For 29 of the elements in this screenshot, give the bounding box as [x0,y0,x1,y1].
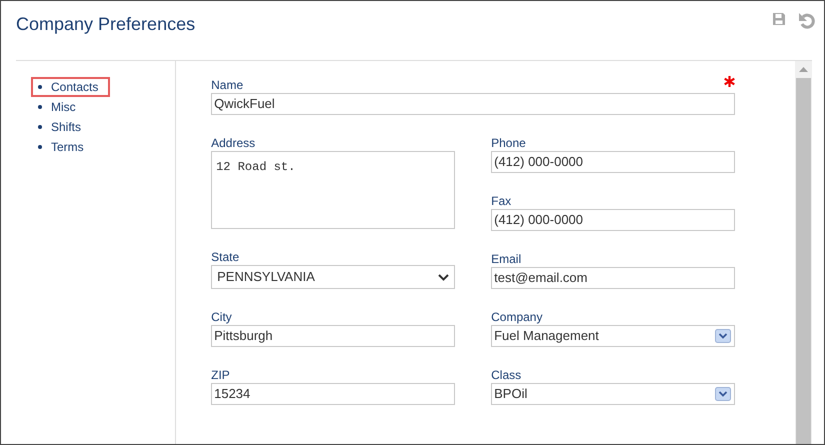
field-label: Fax [491,195,512,208]
state-dropdown[interactable]: PENNSYLVANIA [211,265,456,289]
chevron-down-icon [438,274,450,280]
nav-link[interactable]: Terms [31,137,96,157]
field-label: Company [491,311,544,324]
undo-icon[interactable] [798,12,816,29]
address-field[interactable]: 12 Road st. [211,151,456,229]
field-label: ZIP [211,369,231,382]
field-label: City [211,311,233,324]
input-field[interactable]: (412) 000-0000 [491,151,736,173]
field-label: State [211,251,240,264]
field-label: Phone [491,137,527,150]
field-label: Email [491,253,522,266]
scroll-up-icon[interactable] [799,67,808,72]
input-field[interactable]: 15234 [211,383,456,405]
field-label: Class [491,369,522,382]
dropdown-field[interactable]: BPOil [491,383,736,405]
dropdown-field[interactable]: Fuel Management [491,325,736,347]
nav-link[interactable]: Shifts [31,117,94,137]
page-title: Company Preferences [16,13,196,36]
field-label: Address [211,137,256,150]
nav-link[interactable]: Contacts [31,77,110,97]
name-field[interactable]: QwickFuel [211,93,736,115]
input-field[interactable]: (412) 000-0000 [491,209,736,231]
save-icon[interactable] [772,12,786,26]
input-field[interactable]: test@email.com [491,267,736,289]
nav-link[interactable]: Misc [31,97,88,117]
input-field[interactable]: Pittsburgh [211,325,456,347]
field-label: Name [211,79,244,92]
